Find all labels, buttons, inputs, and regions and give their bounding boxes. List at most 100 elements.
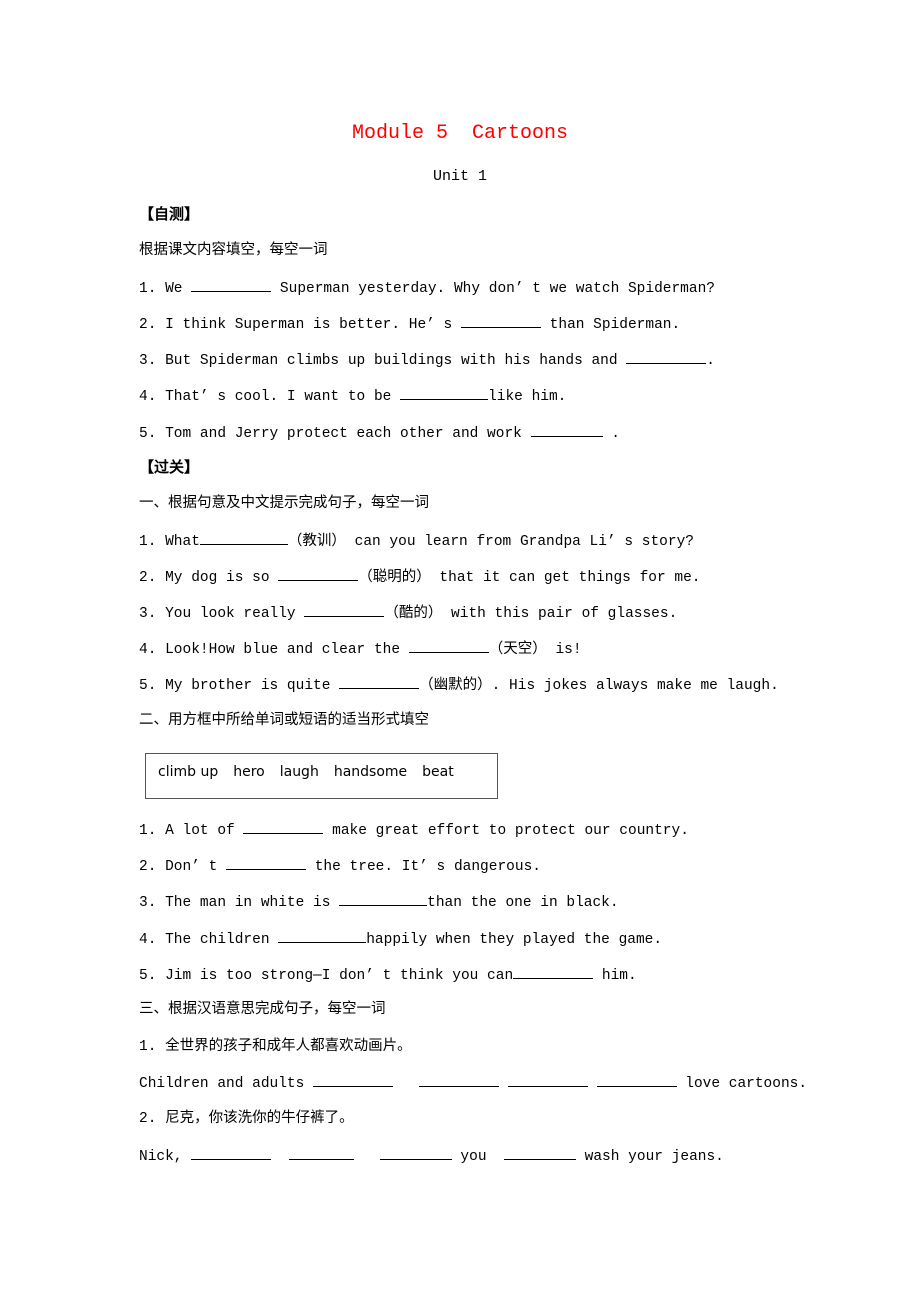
item-text-after: can you learn from Grandpa Li’ s story? [345,534,694,550]
chinese-sentence: 全世界的孩子和成年人都喜欢动画片。 [165,1038,412,1054]
answer-blank[interactable] [288,1145,354,1160]
item-number: 3. [139,353,157,369]
answer-blank[interactable] [339,674,420,689]
item-text-mid: you [451,1149,496,1165]
word-option: laugh [279,764,319,780]
answer-blank[interactable] [596,1072,677,1087]
item-number: 1. [139,1039,157,1055]
chinese-hint: （教训） [287,533,346,549]
item-number: 3. [139,606,157,622]
section3-item-2-english: Nick, you wash your jeans. [139,1145,724,1167]
item-text-after: . [706,353,715,369]
answer-blank[interactable] [400,385,489,400]
answer-blank[interactable] [530,422,603,437]
item-number: 3. [139,895,157,911]
item-text-after: that it can get things for me. [430,570,701,586]
item-number: 2. [139,570,157,586]
word-option: beat [422,764,454,780]
answer-blank[interactable] [507,1072,588,1087]
word-option: handsome [333,764,408,780]
worksheet-page: Module 5 Cartoons Unit 1 【自测】 根据课文内容填空，每… [0,0,920,1302]
chinese-hint: （天空） [488,641,547,657]
self-test-heading: 【自测】 [139,205,200,223]
item-number: 5. [139,678,157,694]
item-text-after: like him. [488,389,567,405]
answer-blank[interactable] [278,928,367,943]
word-option: climb up [158,764,219,780]
item-number: 4. [139,389,157,405]
item-text-after: with this pair of glasses. [442,606,678,622]
section3-item-1-english: Children and adults love cartoons. [139,1072,807,1094]
item-text-before: Look!How blue and clear the [165,642,409,658]
answer-blank[interactable] [226,855,307,870]
section3-item-2-chinese: 2. 尼克，你该洗你的牛仔裤了。 [139,1108,354,1129]
chinese-hint: （聪明的） [358,569,431,585]
answer-blank[interactable] [191,277,272,292]
self-test-item-3: 3. But Spiderman climbs up buildings wit… [139,349,715,371]
item-text-after: than Spiderman. [540,317,681,333]
answer-blank[interactable] [503,1145,576,1160]
section1-item-2: 2. My dog is so （聪明的） that it can get th… [139,566,700,588]
item-text-after: Superman yesterday. Why don’ t we watch … [271,281,715,297]
answer-blank[interactable] [419,1072,500,1087]
item-text-before: That’ s cool. I want to be [165,389,401,405]
answer-blank[interactable] [408,638,489,653]
section2-instruction: 二、用方框中所给单词或短语的适当形式填空 [139,712,429,728]
chinese-hint: （酷的） [384,605,443,621]
item-text-before: Tom and Jerry protect each other and wor… [165,426,531,442]
section1-item-3: 3. You look really （酷的） with this pair o… [139,602,677,624]
item-text-before: A lot of [165,823,244,839]
section2-item-4: 4. The children happily when they played… [139,928,662,950]
item-text-before: Jim is too strong—I don’ t think you can [165,968,514,984]
answer-blank[interactable] [460,313,541,328]
item-text-after: happily when they played the game. [366,932,663,948]
chinese-hint: （幽默的） [419,677,492,693]
item-text-before: You look really [165,606,305,622]
answer-blank[interactable] [626,349,707,364]
self-test-item-1: 1. We Superman yesterday. Why don’ t we … [139,277,715,299]
section3-instruction: 三、根据汉语意思完成句子，每空一词 [139,1001,386,1017]
item-text-after: than the one in black. [427,895,619,911]
chinese-sentence: 尼克，你该洗你的牛仔裤了。 [165,1110,354,1126]
item-text-before: Don’ t [165,859,227,875]
item-number: 1. [139,823,157,839]
answer-blank[interactable] [199,530,288,545]
item-text-before: What [165,534,200,550]
item-number: 2. [139,859,157,875]
answer-blank[interactable] [513,964,594,979]
self-test-instruction: 根据课文内容填空，每空一词 [139,242,328,258]
item-number: 4. [139,642,157,658]
item-text-before: My dog is so [165,570,279,586]
answer-blank[interactable] [191,1145,272,1160]
item-number: 4. [139,932,157,948]
item-text-after: . His jokes always make me laugh. [491,678,779,694]
answer-blank[interactable] [379,1145,452,1160]
item-text-after: wash your jeans. [575,1149,724,1165]
section2-item-3: 3. The man in white is than the one in b… [139,891,619,913]
self-test-item-2: 2. I think Superman is better. He’ s tha… [139,313,680,335]
answer-blank[interactable] [278,566,359,581]
item-text-after: make great effort to protect our country… [323,823,689,839]
item-text-before: We [165,281,192,297]
item-number: 5. [139,968,157,984]
answer-blank[interactable] [304,602,385,617]
item-text-before: The man in white is [165,895,340,911]
section2-item-2: 2. Don’ t the tree. It’ s dangerous. [139,855,541,877]
section2-item-5: 5. Jim is too strong—I don’ t think you … [139,964,637,986]
section1-item-4: 4. Look!How blue and clear the （天空） is! [139,638,582,660]
item-text-before: The children [165,932,279,948]
answer-blank[interactable] [243,819,324,834]
pass-heading: 【过关】 [139,458,200,476]
item-text-before: My brother is quite [165,678,340,694]
word-box: climb up hero laugh handsome beat [145,753,498,799]
item-number: 2. [139,317,157,333]
item-number: 5. [139,426,157,442]
item-text-before: But Spiderman climbs up buildings with h… [165,353,627,369]
self-test-item-4: 4. That’ s cool. I want to be like him. [139,385,566,407]
item-number: 1. [139,534,157,550]
item-text-before: Children and adults [139,1076,314,1092]
word-option: hero [233,764,265,780]
answer-blank[interactable] [313,1072,394,1087]
section1-item-1: 1. What （教训） can you learn from Grandpa L… [139,530,694,552]
answer-blank[interactable] [339,891,428,906]
